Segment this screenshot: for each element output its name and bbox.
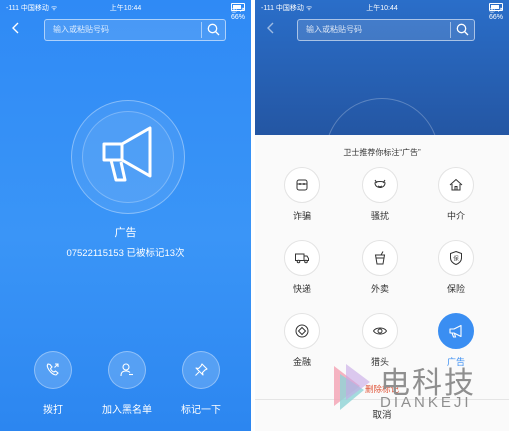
option-finance-circle[interactable] (284, 313, 320, 349)
option-insurance-label: 保险 (446, 284, 465, 294)
option-agent-circle[interactable] (438, 167, 474, 203)
battery-icon (231, 3, 245, 11)
option-headhunter-circle[interactable] (362, 313, 398, 349)
battery-icon (489, 3, 503, 11)
back-arrow-icon[interactable] (11, 22, 19, 34)
option-insurance-circle[interactable]: 保 (438, 240, 474, 276)
search-icon[interactable] (207, 23, 220, 36)
status-bar: -111 中国移动 ᯤ 上午10:44 ◎ ↗ 66% (0, 0, 251, 21)
option-courier-label: 快递 (292, 284, 311, 294)
call-button[interactable]: 拨打 (18, 351, 88, 416)
search-icon[interactable] (456, 23, 469, 36)
sheet-title: 卫士推荐你标注“广告” (343, 148, 421, 157)
option-agent[interactable]: 中介 (426, 167, 486, 222)
truck-icon (295, 253, 309, 264)
clock: 上午10:44 (109, 5, 142, 12)
back-arrow-icon[interactable] (266, 22, 274, 34)
megaphone-icon (102, 126, 152, 182)
blacklist-button[interactable]: 加入黑名单 (92, 351, 162, 416)
option-takeout-circle[interactable] (362, 240, 398, 276)
search-divider (450, 22, 451, 38)
blacklist-label: 加入黑名单 (102, 405, 152, 416)
mark-label: 标记一下 (181, 405, 221, 416)
battery-status: ◎ ↗ 66% (231, 3, 245, 21)
mark-button-circle[interactable] (182, 351, 220, 389)
clock: 上午10:44 (366, 5, 398, 12)
svg-text:保: 保 (453, 254, 459, 262)
eye-icon (372, 327, 388, 335)
drink-cup-icon (374, 251, 386, 265)
battery-status: ◎ ↗ 66% (489, 3, 503, 21)
phone-number-info: 07522115153 已被标记13次 (66, 248, 185, 259)
option-advertising-circle[interactable] (438, 313, 474, 349)
search-divider (201, 22, 202, 38)
option-fraud-label: 诈骗 (292, 211, 311, 221)
watermark: 电科技 DIANKEJI (330, 358, 490, 418)
option-courier-circle[interactable] (284, 240, 320, 276)
devil-face-icon (374, 179, 386, 188)
pin-icon (195, 363, 208, 376)
phone-icon (46, 363, 59, 376)
watermark-logo-icon (334, 364, 370, 410)
option-takeout[interactable]: 外卖 (350, 240, 410, 295)
mark-button[interactable]: 标记一下 (166, 351, 236, 416)
left-screen: -111 中国移动 ᯤ 上午10:44 ◎ ↗ 66% 输入或粘贴号码 广告 0… (0, 0, 251, 431)
option-harass-circle[interactable] (362, 167, 398, 203)
shield-icon: 保 (450, 250, 462, 266)
mask-icon (296, 179, 308, 191)
option-finance-label: 金融 (292, 357, 311, 367)
option-fraud[interactable]: 诈骗 (272, 167, 332, 222)
option-harass[interactable]: 骚扰 (350, 167, 410, 222)
call-label: 拨打 (43, 405, 63, 416)
option-takeout-label: 外卖 (370, 284, 389, 294)
user-block-icon (120, 363, 133, 377)
diamond-icon (295, 324, 309, 338)
search-input[interactable]: 输入或粘贴号码 (53, 24, 109, 35)
house-icon (449, 178, 463, 191)
option-harass-label: 骚扰 (370, 211, 389, 221)
search-bar[interactable]: 输入或粘贴号码 (44, 19, 226, 41)
call-button-circle[interactable] (34, 351, 72, 389)
status-bar: -111 中国移动 ᯤ 上午10:44 ◎ ↗ 66% (255, 0, 509, 21)
option-finance[interactable]: 金融 (272, 313, 332, 368)
option-agent-label: 中介 (446, 211, 465, 221)
option-fraud-circle[interactable] (284, 167, 320, 203)
search-bar[interactable]: 输入或粘贴号码 (297, 19, 475, 41)
search-input[interactable]: 输入或粘贴号码 (306, 24, 362, 35)
blacklist-button-circle[interactable] (108, 351, 146, 389)
option-insurance[interactable]: 保 保险 (426, 240, 486, 295)
watermark-subtext: DIANKEJI (380, 394, 472, 411)
megaphone-icon (449, 324, 462, 338)
tag-title: 广告 (114, 227, 137, 239)
option-courier[interactable]: 快递 (272, 240, 332, 295)
